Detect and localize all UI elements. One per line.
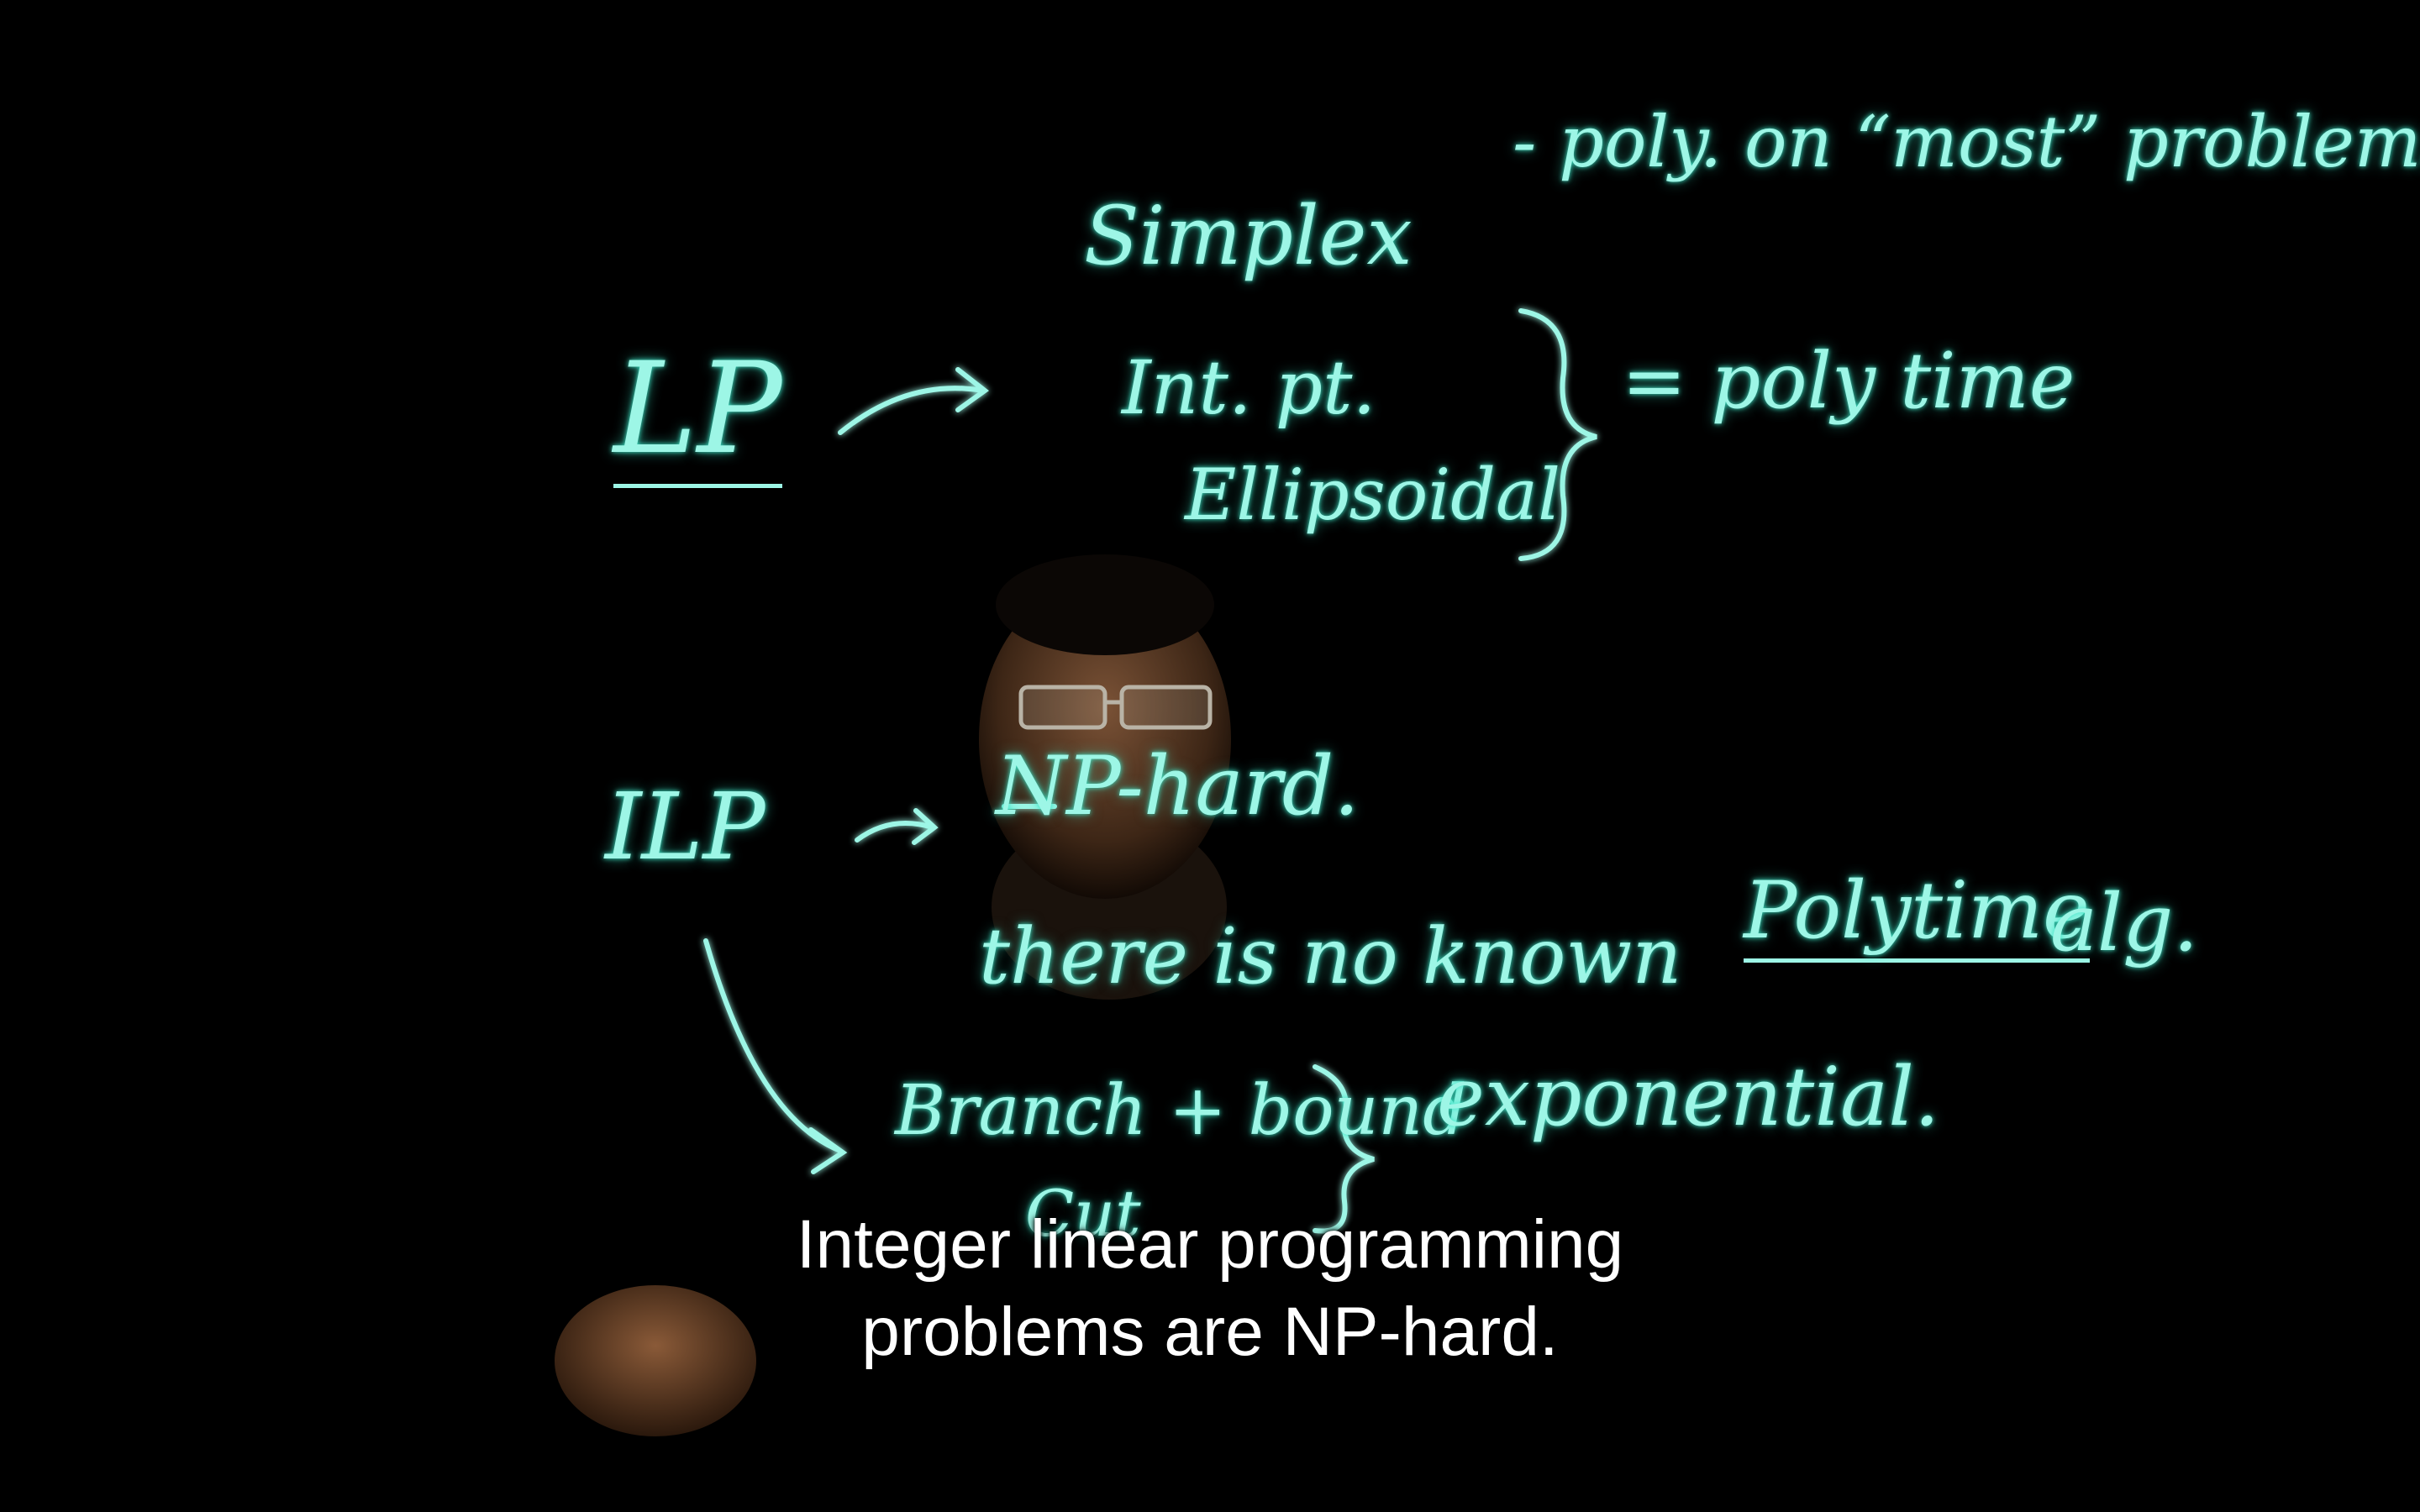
branch-bound-text: Branch + bound — [895, 1071, 1467, 1151]
np-hard-text: NP-hard. — [996, 739, 1360, 833]
ilp-branch-arrow-icon — [703, 938, 848, 1174]
subtitle-line-1: Integer linear programming — [796, 1206, 1624, 1283]
alg-text: alg. — [2050, 878, 2199, 969]
ilp-label: ILP — [605, 773, 765, 880]
simplex-note: - poly. on “most” problems — [1512, 101, 2420, 183]
no-known-text: there is no known — [979, 911, 1682, 1001]
simplex-text: Simplex — [1084, 189, 1413, 283]
letterbox-top — [0, 0, 2420, 67]
exponential-text: exponential. — [1437, 1050, 1940, 1144]
int-pt-text: Int. pt. — [1122, 344, 1376, 431]
ilp-arrow-icon — [855, 808, 939, 845]
video-frame: LP Simplex - poly. on “most” problems In… — [0, 0, 2420, 1512]
poly-time-text: = poly time — [1622, 336, 2075, 426]
subtitles: Integer linear programming problems are … — [0, 1201, 2420, 1376]
subtitle-line-2: problems are NP-hard. — [861, 1294, 1559, 1370]
polytime-text: Polytime — [1744, 865, 2090, 963]
lp-label: LP — [613, 336, 782, 488]
ellipsoidal-text: Ellipsoidal — [1185, 454, 1560, 536]
letterbox-bottom — [0, 1438, 2420, 1512]
lp-arrow-icon — [838, 367, 990, 435]
